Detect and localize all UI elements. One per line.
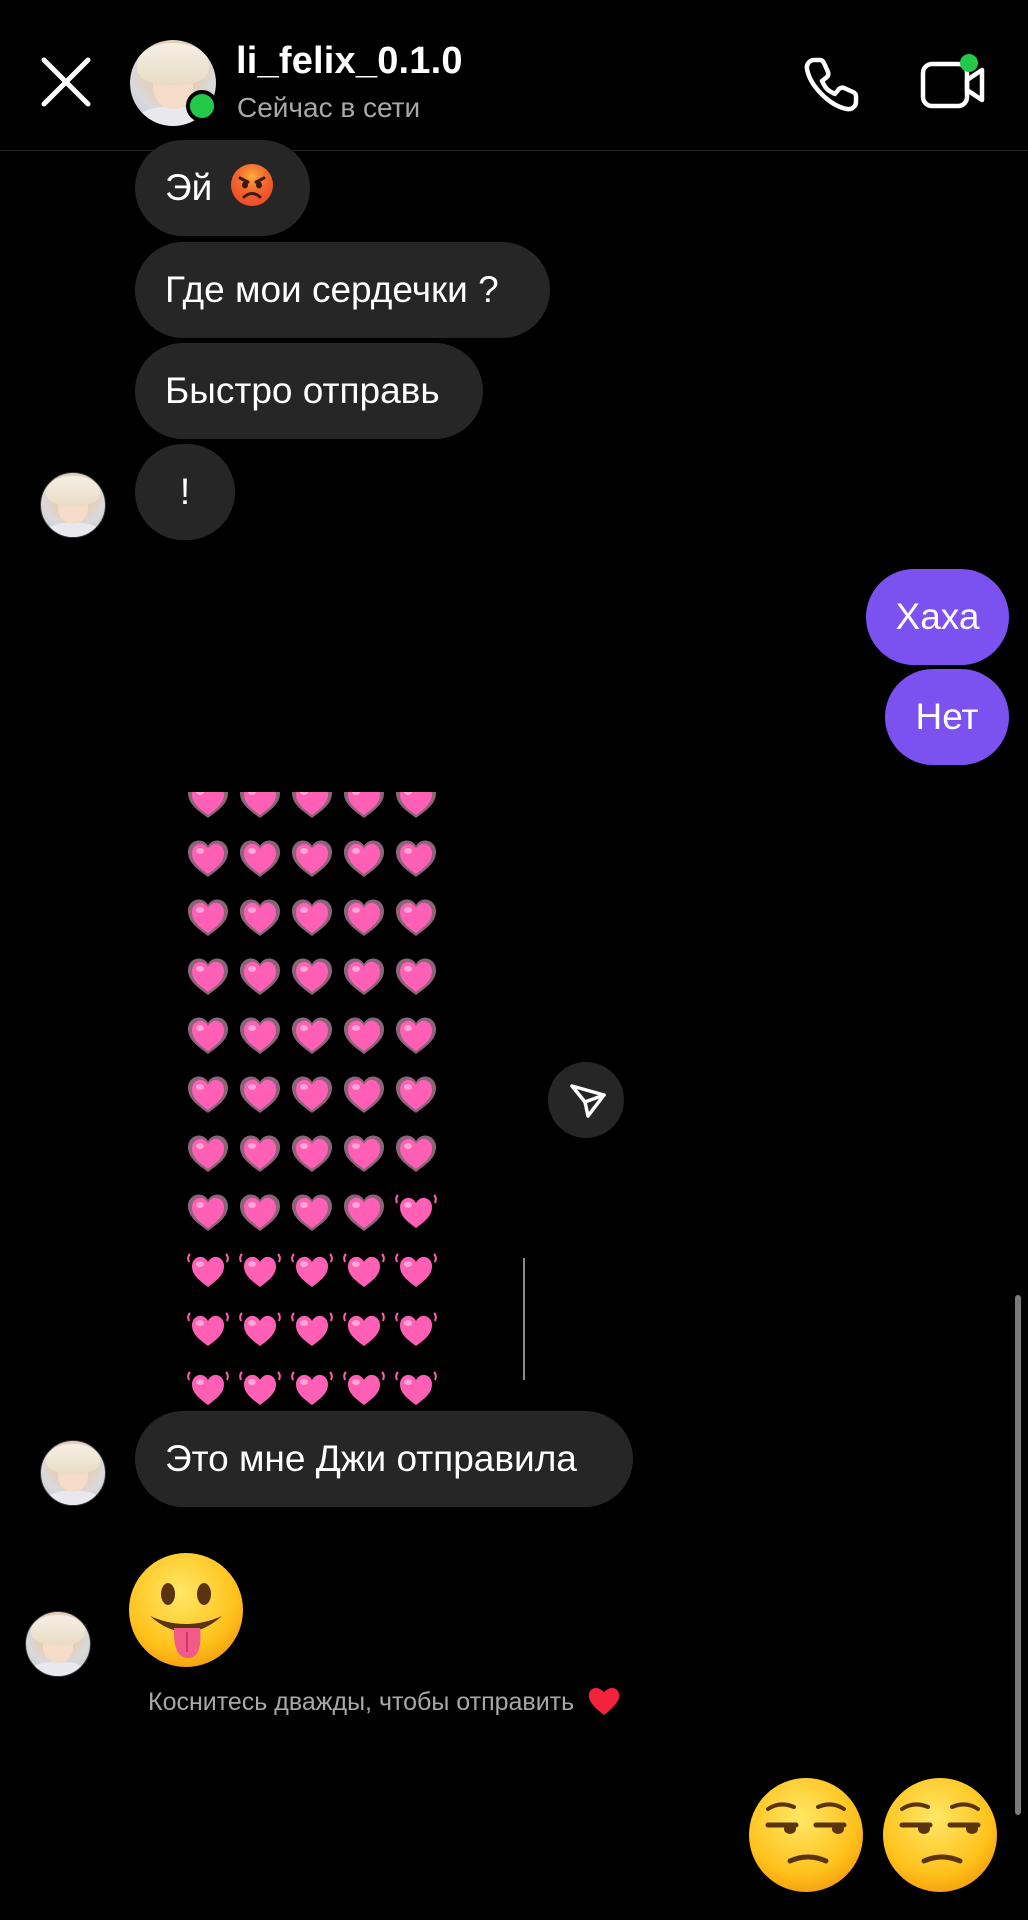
pink-heart-icon — [394, 1075, 438, 1115]
message-bubble-outgoing[interactable]: Нет — [885, 669, 1009, 765]
close-icon — [41, 57, 91, 107]
message-text: Быстро отправь — [165, 370, 440, 411]
pink-heart-icon — [290, 1193, 334, 1233]
close-button[interactable] — [36, 52, 96, 112]
unamused-face-emoji — [749, 1778, 863, 1892]
tongue-face-emoji-message[interactable] — [126, 1550, 246, 1670]
red-heart-icon[interactable] — [587, 1685, 621, 1717]
pink-heart-icon — [342, 1193, 386, 1233]
unamused-face-emoji-message[interactable] — [880, 1775, 1000, 1895]
pink-heart-icon — [342, 1252, 386, 1292]
pink-heart-icon — [238, 1252, 282, 1292]
media-divider — [523, 1258, 525, 1380]
video-online-dot — [960, 54, 978, 72]
pink-heart-icon — [186, 839, 230, 879]
scrollbar[interactable] — [1015, 1295, 1021, 1815]
pink-heart-icon — [342, 1016, 386, 1056]
pink-heart-icon — [238, 1134, 282, 1174]
pink-heart-icon — [394, 1193, 438, 1233]
message-bubble-incoming[interactable]: Где мои сердечки ? — [135, 242, 550, 338]
pink-heart-icon — [186, 898, 230, 938]
contact-avatar[interactable] — [130, 40, 218, 126]
double-tap-hint: Коснитесь дважды, чтобы отправить — [148, 1685, 621, 1717]
share-button[interactable] — [548, 1062, 624, 1138]
pink-heart-icon — [394, 1016, 438, 1056]
pink-heart-icon — [394, 792, 438, 820]
pink-heart-icon — [238, 792, 282, 820]
message-text: Где мои сердечки ? — [165, 269, 499, 310]
pink-heart-icon — [394, 1134, 438, 1174]
pink-heart-icon — [186, 1311, 230, 1351]
pink-heart-icon — [342, 1134, 386, 1174]
send-icon — [570, 1084, 606, 1118]
pink-heart-icon — [342, 1311, 386, 1351]
pink-heart-icon — [186, 1252, 230, 1292]
pink-heart-icon — [290, 1075, 334, 1115]
chat-header: li_felix_0.1.0 Сейчас в сети — [0, 0, 1028, 151]
tongue-face-emoji — [129, 1553, 243, 1667]
message-text: Эй — [165, 167, 213, 208]
pink-heart-icon — [342, 1075, 386, 1115]
angry-face-emoji — [230, 164, 273, 206]
message-bubble-incoming[interactable]: Это мне Джи отправила — [135, 1411, 633, 1507]
pink-heart-icon — [290, 898, 334, 938]
message-text: ! — [179, 471, 191, 512]
pink-heart-icon — [394, 1252, 438, 1292]
pink-heart-icon — [342, 898, 386, 938]
pink-heart-icon — [290, 792, 334, 820]
message-text: Хаха — [895, 596, 980, 637]
hearts-media-message[interactable] — [186, 792, 452, 1406]
pink-heart-icon — [342, 792, 386, 820]
pink-heart-icon — [186, 957, 230, 997]
message-text: Это мне Джи отправила — [165, 1438, 577, 1479]
pink-heart-icon — [186, 1016, 230, 1056]
message-bubble-incoming[interactable]: Быстро отправь — [135, 343, 483, 439]
pink-heart-icon — [290, 957, 334, 997]
pink-heart-icon — [342, 1370, 386, 1406]
contact-username[interactable]: li_felix_0.1.0 — [236, 40, 463, 83]
unamused-face-emoji-message[interactable] — [746, 1775, 866, 1895]
message-bubble-outgoing[interactable]: Хаха — [866, 569, 1009, 665]
message-bubble-incoming[interactable]: ! — [135, 444, 235, 540]
pink-heart-icon — [186, 792, 230, 820]
pink-heart-icon — [238, 1370, 282, 1406]
pink-heart-icon — [290, 1370, 334, 1406]
phone-icon — [804, 57, 859, 112]
sender-avatar[interactable] — [40, 472, 106, 538]
pink-heart-icon — [394, 898, 438, 938]
pink-heart-icon — [394, 1370, 438, 1406]
pink-heart-icon — [290, 1311, 334, 1351]
sender-avatar[interactable] — [25, 1611, 91, 1677]
message-bubble-incoming[interactable]: Эй — [135, 140, 310, 236]
pink-heart-icon — [238, 1193, 282, 1233]
pink-heart-icon — [394, 1311, 438, 1351]
pink-heart-icon — [238, 1075, 282, 1115]
pink-heart-icon — [290, 839, 334, 879]
pink-heart-icon — [342, 957, 386, 997]
pink-heart-icon — [290, 1016, 334, 1056]
pink-heart-icon — [290, 1134, 334, 1174]
audio-call-button[interactable] — [800, 52, 864, 116]
pink-heart-icon — [186, 1134, 230, 1174]
pink-heart-icon — [394, 957, 438, 997]
message-text: Нет — [915, 696, 979, 737]
unamused-face-emoji — [883, 1778, 997, 1892]
pink-heart-icon — [238, 839, 282, 879]
contact-status: Сейчас в сети — [237, 92, 421, 123]
pink-heart-icon — [238, 957, 282, 997]
pink-heart-icon — [186, 1370, 230, 1406]
pink-heart-icon — [238, 1016, 282, 1056]
pink-heart-icon — [342, 839, 386, 879]
sender-avatar[interactable] — [40, 1440, 106, 1506]
pink-heart-icon — [186, 1193, 230, 1233]
online-indicator — [186, 90, 218, 122]
pink-heart-icon — [186, 1075, 230, 1115]
pink-heart-icon — [394, 839, 438, 879]
pink-heart-icon — [238, 1311, 282, 1351]
pink-heart-icon — [238, 898, 282, 938]
pink-heart-icon — [290, 1252, 334, 1292]
